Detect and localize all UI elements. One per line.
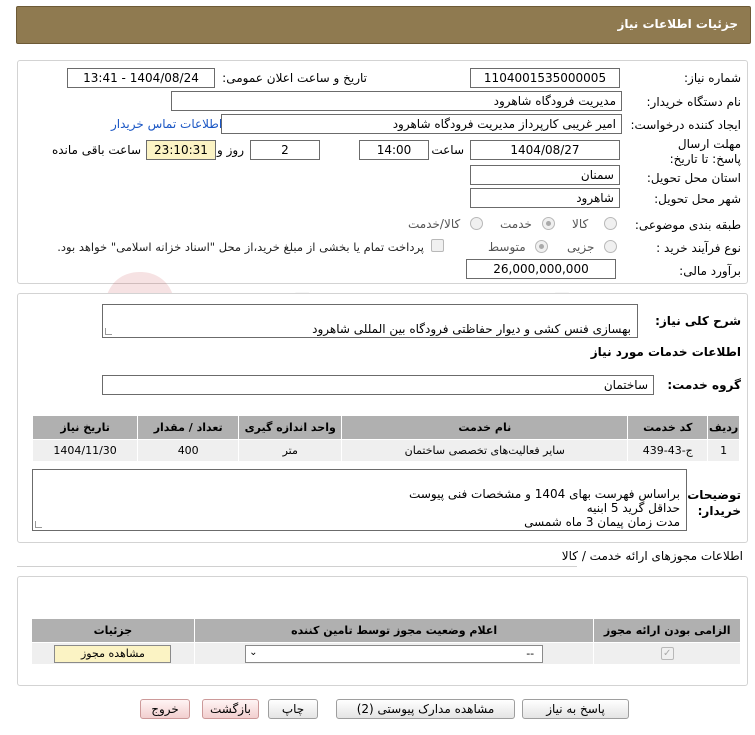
attachments-button[interactable]: مشاهده مدارک پیوستی (2): [336, 699, 515, 719]
deadline-label: مهلت ارسال پاسخ: تا تاریخ:: [669, 137, 741, 166]
budget-label: برآورد مالی:: [679, 264, 741, 278]
need-number-field: 1104001535000005: [470, 68, 620, 88]
chevron-down-icon: ⌄: [249, 646, 258, 658]
cell-permit-details: مشاهده مجوز: [31, 642, 195, 665]
col-name: نام خدمت: [341, 415, 629, 440]
permit-status-value: --: [526, 646, 535, 660]
view-permit-button[interactable]: مشاهده مجوز: [54, 644, 172, 663]
col-quantity: تعداد / مقدار: [137, 415, 240, 440]
category-option-goods-service: کالا/خدمت: [408, 217, 461, 231]
time-label: ساعت: [431, 143, 464, 157]
buyer-org-label: نام دستگاه خریدار:: [646, 95, 742, 109]
description-text: بهسازی فنس کشی و دیوار حفاظتی فرودگاه بی…: [312, 322, 631, 336]
buyer-notes-text: براساس فهرست بهای 1404 و مشخصات فنی پیوس…: [409, 487, 680, 529]
category-label: طبقه بندی موضوعی:: [634, 218, 741, 232]
page-header: جزئیات اطلاعات نیاز: [16, 6, 751, 44]
deadline-date-field: 1404/08/27: [470, 140, 620, 160]
cell-permit-status: ⌄ --: [193, 642, 595, 665]
cell-quantity: 400: [137, 439, 240, 462]
permit-status-select[interactable]: ⌄ --: [245, 644, 544, 663]
col-permit-details: جزئیات: [31, 618, 195, 643]
category-option-service: خدمت: [500, 217, 532, 231]
process-label: نوع فرآیند خرید :: [656, 241, 741, 255]
province-label: استان محل تحویل:: [646, 171, 741, 185]
description-label: شرح کلی نیاز:: [655, 314, 741, 328]
cell-permit-required: ✓: [593, 642, 741, 665]
permits-title: اطلاعات مجوزهای ارائه خدمت / کالا: [561, 549, 743, 563]
announce-field: 1404/08/24 - 13:41: [67, 68, 215, 88]
category-radio-goods-service[interactable]: [470, 217, 483, 230]
city-label: شهر محل تحویل:: [654, 192, 741, 206]
cell-unit: متر: [238, 439, 343, 462]
services-table-header: ردیف کد خدمت نام خدمت واحد اندازه گیری ت…: [31, 415, 740, 440]
days-label: روز و: [217, 143, 244, 157]
category-radio-goods[interactable]: [604, 217, 617, 230]
table-row: 1 ج-43-439 سایر فعالیت‌های تخصصی ساختمان…: [31, 439, 740, 462]
col-row: ردیف: [707, 415, 740, 440]
col-date: تاریخ نیاز: [31, 415, 139, 440]
city-field: شاهرود: [470, 188, 620, 208]
cell-date: 1404/11/30: [31, 439, 139, 462]
payment-checkbox[interactable]: [431, 239, 444, 252]
reply-button[interactable]: پاسخ به نیاز: [522, 699, 629, 719]
buyer-notes-label: توضیحات خریدار:: [687, 488, 741, 518]
category-option-goods: کالا: [572, 217, 589, 231]
category-radio-service[interactable]: [542, 217, 555, 230]
permits-divider: [17, 566, 577, 567]
announce-label: تاریخ و ساعت اعلان عمومی:: [222, 71, 367, 85]
cell-code: ج-43-439: [627, 439, 709, 462]
col-permit-required: الزامی بودن ارائه مجوز: [593, 618, 741, 643]
col-code: کد خدمت: [627, 415, 709, 440]
exit-button[interactable]: خروج: [140, 699, 190, 719]
buyer-org-field: مدیریت فرودگاه شاهرود: [171, 91, 622, 111]
cell-name: سایر فعالیت‌های تخصصی ساختمان: [341, 439, 629, 462]
process-radio-medium[interactable]: [535, 240, 548, 253]
permits-table-header: الزامی بودن ارائه مجوز اعلام وضعیت مجوز …: [31, 618, 741, 643]
services-title: اطلاعات خدمات مورد نیاز: [590, 345, 741, 359]
remaining-label: ساعت باقی مانده: [51, 143, 141, 157]
process-radio-minor[interactable]: [604, 240, 617, 253]
need-number-label: شماره نیاز:: [684, 71, 741, 85]
resize-handle-icon[interactable]: [105, 328, 112, 335]
description-textarea: بهسازی فنس کشی و دیوار حفاظتی فرودگاه بی…: [102, 304, 638, 338]
process-option-minor: جزیی: [567, 240, 595, 254]
remaining-time-field: 23:10:31: [146, 140, 216, 160]
col-permit-status: اعلام وضعیت مجوز توسط تامین کننده: [193, 618, 595, 643]
contact-buyer-link[interactable]: اطلاعات تماس خریدار: [111, 117, 222, 131]
deadline-time-field: 14:00: [359, 140, 429, 160]
budget-field: 26,000,000,000: [466, 259, 616, 279]
days-field: 2: [250, 140, 320, 160]
table-row: ✓ ⌄ -- مشاهده مجوز: [31, 642, 741, 665]
requester-label: ایجاد کننده درخواست:: [630, 118, 741, 132]
process-option-medium: متوسط: [488, 240, 526, 254]
permits-table: الزامی بودن ارائه مجوز اعلام وضعیت مجوز …: [31, 618, 741, 665]
service-group-label: گروه خدمت:: [667, 378, 741, 392]
page-title: جزئیات اطلاعات نیاز: [617, 17, 738, 31]
service-group-field: ساختمان: [102, 375, 654, 395]
permit-required-checkbox: ✓: [660, 647, 674, 661]
province-field: سمنان: [470, 165, 620, 185]
cell-row: 1: [707, 439, 740, 462]
resize-handle-icon[interactable]: [35, 521, 42, 528]
buyer-notes-textarea: براساس فهرست بهای 1404 و مشخصات فنی پیوس…: [32, 469, 687, 531]
print-button[interactable]: چاپ: [268, 699, 318, 719]
payment-note: پرداخت تمام یا بخشی از مبلغ خرید،از محل …: [57, 240, 424, 254]
requester-field: امیر غریبی کارپرداز مدیریت فرودگاه شاهرو…: [221, 114, 622, 134]
services-table: ردیف کد خدمت نام خدمت واحد اندازه گیری ت…: [31, 415, 740, 462]
col-unit: واحد اندازه گیری: [238, 415, 343, 440]
back-button[interactable]: بازگشت: [202, 699, 259, 719]
